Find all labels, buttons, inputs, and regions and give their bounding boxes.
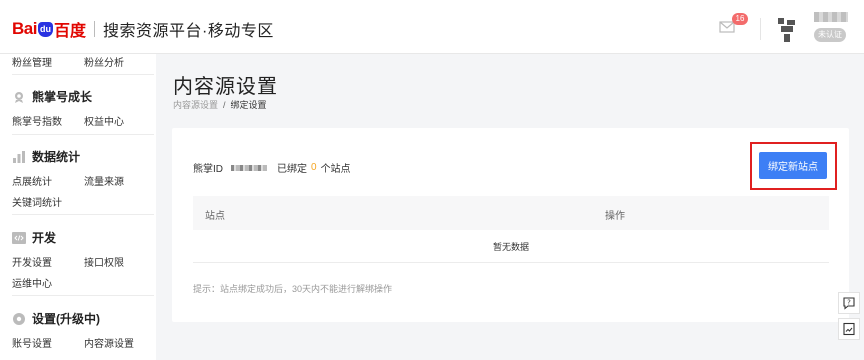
header-divider (760, 18, 761, 40)
breadcrumb-link[interactable]: 内容源设置 (173, 100, 218, 110)
sidebar-divider (12, 214, 154, 215)
sidebar-item-api-permission[interactable]: 接口权限 (84, 254, 124, 269)
breadcrumb: 内容源设置 / 绑定设置 (173, 98, 267, 111)
sidebar-group-growth: 熊掌号成长 (12, 88, 92, 105)
avatar[interactable] (778, 18, 798, 42)
sidebar-group-settings: 设置(升级中) (12, 310, 100, 327)
logo-text-cn: 百度 (53, 23, 86, 40)
column-header-site: 站点 (205, 211, 225, 222)
username-masked[interactable] (814, 12, 848, 22)
cert-status-badge: 未认证 (814, 28, 846, 42)
bear-id-label: 熊掌ID (193, 164, 223, 175)
feedback-icon (843, 322, 855, 336)
bind-settings-card: 熊掌ID 已绑定 0 个站点 绑定新站点 站点 操作 暂无数据 提示：站点绑定成… (172, 128, 849, 322)
top-header: Bai du 百度 搜索资源平台·移动专区 16 未认证 (0, 0, 864, 54)
sidebar-divider (12, 74, 154, 75)
column-header-operation: 操作 (605, 211, 625, 222)
baidu-logo[interactable]: Bai du 百度 搜索资源平台·移动专区 (12, 18, 274, 40)
logo-paw-icon: du (37, 21, 53, 37)
bear-id-value-masked (231, 164, 267, 171)
message-count-badge: 16 (732, 13, 748, 25)
sidebar-item-fans-manage[interactable]: 粉丝管理 (12, 54, 52, 69)
bar-chart-icon (12, 150, 26, 164)
bound-suffix: 个站点 (320, 164, 351, 175)
sidebar-item-dev-settings[interactable]: 开发设置 (12, 254, 52, 269)
sidebar-group-dev: 开发 (12, 229, 56, 246)
table-header: 站点 操作 (193, 196, 829, 230)
sidebar-item-account-settings[interactable]: 账号设置 (12, 335, 52, 350)
sidebar-group-title: 数据统计 (32, 150, 81, 164)
breadcrumb-current: 绑定设置 (230, 100, 267, 110)
sidebar-item-ops-center[interactable]: 运维中心 (12, 275, 52, 290)
tip-text: 提示：站点绑定成功后，30天内不能进行解绑操作 (193, 284, 393, 294)
bound-prefix: 已绑定 (277, 164, 307, 175)
bind-info-row: 熊掌ID 已绑定 0 个站点 (193, 160, 351, 175)
help-button[interactable]: ? (838, 292, 860, 314)
sidebar-divider (12, 134, 154, 135)
question-icon: ? (843, 297, 855, 310)
sidebar: 粉丝管理 粉丝分析 熊掌号成长 熊掌号指数 权益中心 数据统计 点展统计 流量来… (0, 54, 156, 360)
sidebar-item-rights[interactable]: 权益中心 (84, 113, 124, 128)
sidebar-group-title: 设置(升级中) (32, 312, 100, 326)
logo-text-bai: Bai (12, 19, 37, 38)
sidebar-group-title: 开发 (32, 231, 57, 245)
bound-count: 0 (311, 162, 317, 173)
sidebar-item-content-source[interactable]: 内容源设置 (84, 335, 134, 350)
logo-divider (93, 21, 95, 37)
feedback-button[interactable] (838, 318, 860, 340)
sidebar-item-fans-analysis[interactable]: 粉丝分析 (84, 54, 124, 69)
sidebar-group-stats: 数据统计 (12, 148, 80, 165)
sites-table: 站点 操作 暂无数据 (193, 196, 829, 263)
sidebar-item-click-stats[interactable]: 点展统计 (12, 173, 52, 188)
page-title: 内容源设置 (173, 76, 278, 98)
bind-new-site-button[interactable]: 绑定新站点 (759, 152, 827, 179)
platform-title: 搜索资源平台·移动专区 (102, 23, 274, 40)
code-icon (12, 231, 26, 245)
sidebar-item-index[interactable]: 熊掌号指数 (12, 113, 62, 128)
gear-icon (12, 312, 26, 326)
breadcrumb-separator: / (223, 100, 226, 110)
table-empty-row: 暂无数据 (193, 230, 829, 263)
floating-tools: ? (838, 292, 860, 344)
sidebar-divider (12, 295, 154, 296)
sidebar-item-keyword-stats[interactable]: 关键词统计 (12, 194, 62, 209)
svg-text:?: ? (847, 299, 851, 307)
bear-paw-icon (12, 90, 26, 104)
sidebar-item-traffic-source[interactable]: 流量来源 (84, 173, 124, 188)
sidebar-group-title: 熊掌号成长 (32, 90, 93, 104)
empty-text: 暂无数据 (492, 241, 529, 252)
